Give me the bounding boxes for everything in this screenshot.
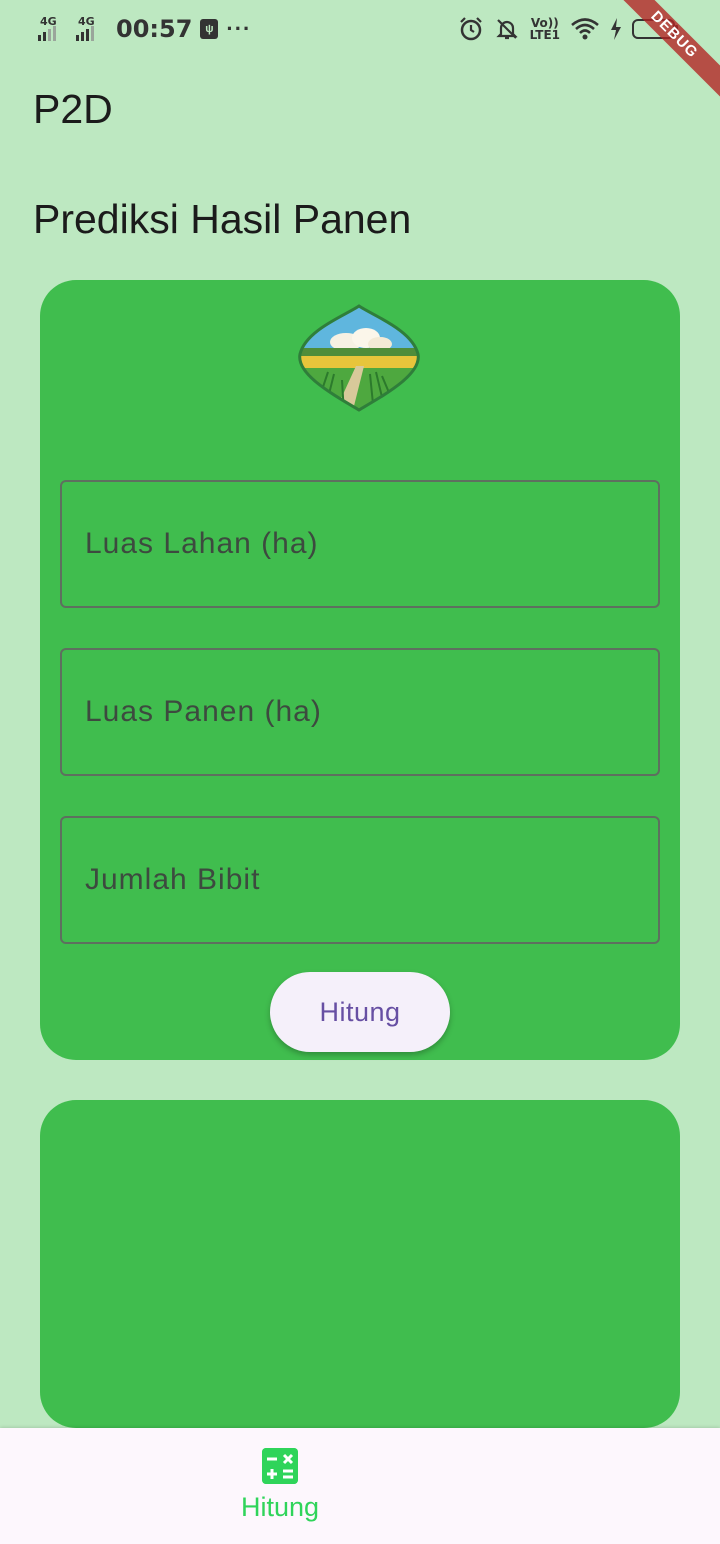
clock: 00:57	[116, 15, 193, 43]
more-notifications-icon: ···	[226, 16, 252, 41]
charging-icon	[611, 18, 621, 40]
signal-icon: 4G	[38, 15, 68, 43]
calculator-icon	[262, 1448, 298, 1484]
wifi-icon	[571, 18, 599, 40]
prediction-form-card: Hitung	[40, 280, 680, 1060]
rice-field-logo	[298, 304, 420, 412]
nav-item-hitung[interactable]: Hitung	[200, 1428, 360, 1544]
volte-indicator: Vo)) LTE1	[530, 17, 560, 41]
page-heading: Prediksi Hasil Panen	[33, 196, 412, 242]
alarm-icon	[459, 17, 482, 41]
luas-panen-field[interactable]	[60, 648, 660, 776]
nav-label-hitung: Hitung	[240, 1492, 320, 1522]
bottom-navigation: Hitung	[0, 1428, 720, 1544]
luas-lahan-field[interactable]	[60, 480, 660, 608]
signal-icon: 4G	[76, 15, 106, 43]
jumlah-bibit-field[interactable]	[60, 816, 660, 944]
status-bar: 4G 4G 00:57 ψ ··· Vo)) LTE1 DEBUG	[0, 0, 720, 107]
result-card	[40, 1100, 680, 1428]
usb-debug-icon: ψ	[200, 19, 219, 39]
hitung-button[interactable]: Hitung	[270, 972, 450, 1052]
status-left: 4G 4G 00:57 ψ ···	[38, 12, 251, 46]
volte-bottom: LTE1	[529, 28, 560, 42]
mute-bell-icon	[495, 19, 518, 40]
app-title: P2D	[33, 86, 113, 132]
